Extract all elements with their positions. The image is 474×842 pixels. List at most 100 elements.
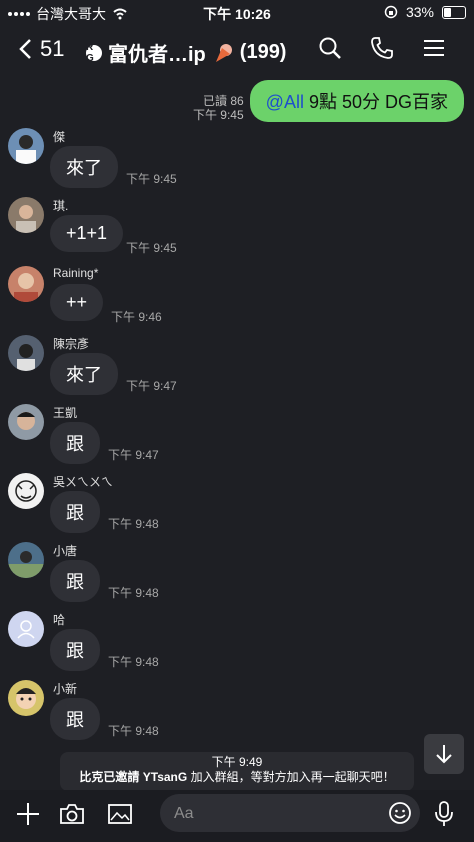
status-right: 33%: [384, 4, 466, 20]
message-bubble[interactable]: +1+1: [50, 215, 124, 252]
avatar-photo-icon: [8, 266, 44, 302]
hamburger-menu-icon: [424, 40, 444, 56]
phone-icon: [371, 37, 393, 59]
avatar[interactable]: [8, 197, 44, 233]
message-time: 下午 9:48: [108, 655, 159, 669]
arrow-down-icon: [436, 745, 452, 764]
message-bubble[interactable]: 跟: [50, 698, 100, 740]
message-item: 王凱 跟 下午 9:47: [8, 404, 468, 468]
status-bar: 台灣大哥大 下午 10:26 33%: [0, 0, 474, 24]
header-actions: [316, 34, 448, 62]
smiley-icon: [389, 802, 411, 824]
own-message: 已讀 86 下午 9:45 @All 9點 50分 DG百家: [193, 80, 464, 122]
message-bubble[interactable]: 來了: [50, 353, 118, 395]
scroll-to-bottom-button[interactable]: [424, 734, 464, 774]
avatar[interactable]: [8, 404, 44, 440]
back-button[interactable]: 51: [18, 36, 64, 62]
mention-all[interactable]: @All: [266, 92, 304, 112]
gallery-button[interactable]: [104, 798, 136, 830]
avatar[interactable]: [8, 473, 44, 509]
sender-name: 傑: [53, 130, 66, 144]
menu-button[interactable]: [420, 34, 448, 62]
input-bar: [0, 790, 474, 842]
cone-emoji-icon: [215, 43, 232, 62]
own-message-bubble[interactable]: @All 9點 50分 DG百家: [249, 80, 464, 122]
message-bubble[interactable]: 跟: [50, 560, 100, 602]
message-item: 小唐 跟 下午 9:48: [8, 542, 468, 606]
camera-button[interactable]: [56, 798, 88, 830]
message-time: 下午 9:48: [108, 586, 159, 600]
avatar[interactable]: [8, 128, 44, 164]
system-message-text: 比克已邀請 YTsanG 加入群組，等對方加入再一起聊天吧！: [60, 770, 414, 785]
avatar[interactable]: [8, 542, 44, 578]
chat-header: 51 R G 富仇者…ip (199): [0, 28, 474, 72]
message-bubble[interactable]: 跟: [50, 422, 100, 464]
message-time: 下午 9:48: [108, 724, 159, 738]
voice-button[interactable]: [428, 798, 460, 830]
system-message-time: 下午 9:49: [211, 755, 263, 769]
member-count: (199): [239, 41, 287, 63]
message-time: 下午 9:47: [126, 379, 177, 393]
rg-badge-icon: R G: [86, 42, 102, 64]
sender-name: 吳ㄨㄟㄨㄟ: [53, 475, 114, 489]
sender-name: 陳宗彥: [53, 337, 90, 351]
image-icon: [108, 804, 132, 824]
message-time: 下午 9:47: [108, 448, 159, 462]
message-item: 傑 來了 下午 9:45: [8, 128, 468, 192]
avatar[interactable]: [8, 335, 44, 371]
message-time: 下午 9:45: [126, 172, 177, 186]
message-item: 吳ㄨㄟㄨㄟ 跟 下午 9:48: [8, 473, 468, 537]
add-button[interactable]: [12, 798, 44, 830]
chevron-left-icon: [19, 39, 31, 59]
own-message-meta: 已讀 86 下午 9:45: [193, 94, 244, 122]
emoji-button[interactable]: [388, 801, 412, 825]
avatar-photo-icon: [8, 128, 44, 164]
sender-name: 小唐: [53, 544, 78, 558]
search-button[interactable]: [316, 34, 344, 62]
system-message-suffix: 加入群組，等對方加入再一起聊天吧！: [187, 770, 395, 784]
message-item: 哈 跟 下午 9:48: [8, 611, 468, 675]
sender-name: 王凱: [53, 406, 78, 420]
microphone-icon: [435, 801, 453, 826]
sender-name: 小新: [53, 682, 78, 696]
message-time: 下午 9:48: [108, 517, 159, 531]
own-message-text: 9點 50分 DG百家: [303, 92, 448, 112]
camera-icon: [60, 804, 84, 824]
avatar-photo-icon: [8, 335, 44, 371]
group-title[interactable]: R G 富仇者…ip (199): [86, 38, 286, 67]
group-name: 富仇者…ip: [108, 44, 206, 66]
system-message: 下午 9:49 比克已邀請 YTsanG 加入群組，等對方加入再一起聊天吧！: [60, 752, 414, 791]
message-bubble[interactable]: 來了: [50, 146, 118, 188]
avatar-cartoon-icon: [8, 473, 44, 509]
avatar-photo-icon: [8, 542, 44, 578]
avatar[interactable]: [8, 266, 44, 302]
sender-name: 哈: [53, 613, 66, 627]
back-count: 51: [40, 36, 65, 61]
system-message-invitee: YTsanG: [142, 770, 188, 784]
battery-percent: 33%: [405, 4, 434, 20]
own-message-time: 下午 9:45: [192, 108, 244, 122]
search-icon: [319, 37, 341, 59]
message-bubble[interactable]: 跟: [50, 629, 100, 671]
system-message-prefix: 比克已邀請: [79, 770, 143, 784]
read-receipt: 已讀 86: [202, 94, 244, 108]
call-button[interactable]: [368, 34, 396, 62]
avatar-cartoon-icon: [8, 680, 44, 716]
sender-name: Raining*: [53, 266, 99, 280]
default-avatar-icon: [8, 611, 44, 647]
battery-icon: [442, 5, 466, 19]
avatar[interactable]: [8, 611, 44, 647]
message-time: 下午 9:46: [111, 310, 162, 324]
message-item: 小新 跟 下午 9:48: [8, 680, 468, 744]
message-item: 陳宗彥 來了 下午 9:47: [8, 335, 468, 399]
plus-icon: [17, 803, 39, 825]
sender-name: 琪.: [53, 199, 69, 213]
message-bubble[interactable]: 跟: [50, 491, 100, 533]
message-item: 琪. +1+1 下午 9:45: [8, 197, 468, 261]
avatar-photo-icon: [8, 197, 44, 233]
message-bubble[interactable]: ++: [50, 284, 104, 321]
message-input[interactable]: [172, 802, 376, 826]
message-input-container: [160, 794, 420, 832]
avatar[interactable]: [8, 680, 44, 716]
orientation-lock-icon: [384, 5, 398, 19]
